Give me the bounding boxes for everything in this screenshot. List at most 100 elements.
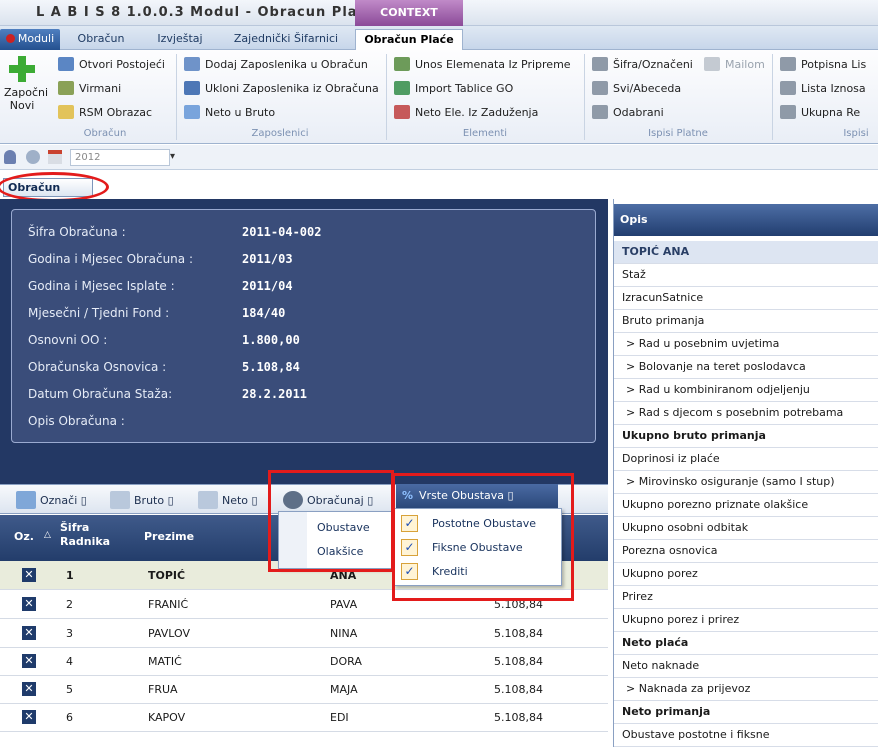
tab-moduli[interactable]: Moduli (0, 29, 60, 50)
row-prezime: MATIĆ (148, 655, 182, 668)
zapocni-novi-button[interactable]: Započni Novi (4, 56, 49, 112)
opis-row[interactable]: Prirez (614, 586, 878, 609)
rsm-obrazac-button[interactable]: RSM Obrazac (58, 104, 152, 122)
col-sifra-line1[interactable]: Šifra (60, 521, 89, 534)
virmani-button[interactable]: Virmani (58, 80, 121, 98)
ukloni-zaposlenika-button[interactable]: Ukloni Zaposlenika iz Obračuna (184, 80, 379, 98)
tab-obracun-place[interactable]: Obračun Plaće (355, 29, 463, 51)
import-tablice-button[interactable]: Import Tablice GO (394, 80, 513, 98)
row-checkbox[interactable]: ✕ (22, 597, 36, 611)
potpisna-lista-button[interactable]: Potpisna Lis (780, 56, 878, 74)
otvori-postojeci-button[interactable]: Otvori Postojeći (58, 56, 165, 74)
tab-izvjestaj[interactable]: Izvještaj (142, 29, 218, 50)
neto-ele-button[interactable]: Neto Ele. Iz Zaduženja (394, 104, 538, 122)
mailom-label: Mailom (725, 58, 765, 71)
info-value-sifra: 2011-04-002 (242, 225, 322, 239)
row-id: 5 (66, 683, 73, 696)
calendar-icon[interactable] (48, 150, 62, 164)
col-oz[interactable]: Oz. (14, 530, 34, 543)
mailom-button[interactable]: Mailom (704, 56, 765, 74)
info-label-osnovni-oo: Osnovni OO : (28, 333, 108, 347)
opis-row[interactable]: > Bolovanje na teret poslodavca (614, 356, 878, 379)
sifra-oznaceni-button[interactable]: Šifra/Označeni (592, 56, 693, 74)
row-checkbox[interactable]: ✕ (22, 710, 36, 724)
ukloni-zaposlenika-label: Ukloni Zaposlenika iz Obračuna (205, 82, 379, 95)
row-checkbox[interactable]: ✕ (22, 568, 36, 582)
odabrani-button[interactable]: Odabrani (592, 104, 664, 122)
table-row[interactable]: ✕ 3 PAVLOV NINA 5.108,84 (0, 619, 608, 648)
lista-iznosa-button[interactable]: Lista Iznosa (780, 80, 878, 98)
year-dropdown-icon[interactable]: ▾ (170, 151, 175, 162)
info-value-fond: 184/40 (242, 306, 286, 320)
opis-row[interactable]: Ukupno porez i prirez (614, 609, 878, 632)
info-value-godina-obracuna: 2011/03 (242, 252, 293, 266)
opis-row[interactable]: Bruto primanja (614, 310, 878, 333)
opis-row[interactable]: > Rad u posebnim uvjetima (614, 333, 878, 356)
table-row[interactable]: ✕ 4 MATIĆ DORA 5.108,84 (0, 647, 608, 676)
info-value-godina-isplate: 2011/04 (242, 279, 293, 293)
ribbon: Započni Novi Otvori Postojeći Virmani RS… (0, 50, 878, 144)
opis-row[interactable]: > Naknada za prijevoz (614, 678, 878, 701)
user-icon[interactable] (4, 150, 16, 164)
info-label-sifra: Šifra Obračuna : (28, 225, 126, 239)
opis-row-title[interactable]: TOPIĆ ANA (614, 241, 878, 264)
ukupna-rekapitulacija-button[interactable]: Ukupna Re (780, 104, 878, 122)
row-checkbox[interactable]: ✕ (22, 626, 36, 640)
window-title: L A B I S 8 1.0.0.3 Modul - Obracun Plać… (36, 5, 377, 20)
check-list-icon (16, 491, 36, 509)
year-select[interactable]: 2012 (70, 149, 170, 166)
moduli-icon (5, 34, 15, 43)
neto-button[interactable]: Neto ▯ (198, 491, 258, 509)
opis-row[interactable]: Staž (614, 264, 878, 287)
sifra-oznaceni-label: Šifra/Označeni (613, 58, 693, 71)
table-row[interactable]: ✕ 5 FRUA MAJA 5.108,84 (0, 675, 608, 704)
opis-row[interactable]: Doprinosi iz plaće (614, 448, 878, 471)
info-label-osnovica: Obračunska Osnovica : (28, 360, 167, 374)
opis-row[interactable]: Ukupno porezno priznate olakšice (614, 494, 878, 517)
rsm-obrazac-label: RSM Obrazac (79, 106, 153, 119)
col-sifra-line2[interactable]: Radnika (60, 535, 110, 548)
opis-row[interactable]: Ukupno porez (614, 563, 878, 586)
opis-row[interactable]: Neto primanja (614, 701, 878, 724)
dodaj-zaposlenika-label: Dodaj Zaposlenika u Obračun (205, 58, 368, 71)
highlight-box-obracunaj (268, 470, 394, 572)
neto-label: Neto (222, 494, 249, 507)
opis-row[interactable]: > Mirovinsko osiguranje (samo I stup) (614, 471, 878, 494)
row-checkbox[interactable]: ✕ (22, 682, 36, 696)
opis-row[interactable]: Neto naknade (614, 655, 878, 678)
row-iznos: 5.108,84 (494, 655, 543, 668)
zapocni-novi-line1: Započni (4, 86, 49, 99)
dodaj-zaposlenika-button[interactable]: Dodaj Zaposlenika u Obračun (184, 56, 368, 74)
row-ime: NINA (330, 627, 358, 640)
row-id: 3 (66, 627, 73, 640)
printer-icon (592, 105, 608, 119)
tab-zajednicki-sifarnici[interactable]: Zajednički Šifarnici (222, 29, 350, 50)
neto-u-bruto-button[interactable]: Neto u Bruto (184, 104, 275, 122)
group-label-zaposlenici: Zaposlenici (251, 128, 309, 139)
opis-row[interactable]: Obustave postotne i fiksne (614, 724, 878, 747)
gear-icon[interactable] (26, 150, 40, 164)
tab-obracun[interactable]: Obračun (66, 29, 136, 50)
ribbon-separator (176, 54, 177, 140)
opis-row[interactable]: > Rad s djecom s posebnim potrebama (614, 402, 878, 425)
table-row[interactable]: ✕ 6 KAPOV EDI 5.108,84 (0, 703, 608, 732)
opis-row[interactable]: Ukupno bruto primanja (614, 425, 878, 448)
svi-abeceda-button[interactable]: Svi/Abeceda (592, 80, 681, 98)
ukupna-rekapitulacija-label: Ukupna Re (801, 106, 861, 119)
col-prezime[interactable]: Prezime (144, 530, 194, 543)
mail-icon (704, 57, 720, 71)
open-icon (58, 57, 74, 71)
row-prezime: TOPIĆ (148, 569, 186, 582)
unos-elemenata-button[interactable]: Unos Elemenata Iz Pripreme (394, 56, 571, 74)
bruto-button[interactable]: Bruto ▯ (110, 491, 174, 509)
row-checkbox[interactable]: ✕ (22, 654, 36, 668)
opis-row[interactable]: Porezna osnovica (614, 540, 878, 563)
oznaci-button[interactable]: Označi ▯ (16, 491, 87, 509)
opis-row[interactable]: > Rad u kombiniranom odjeljenju (614, 379, 878, 402)
opis-row[interactable]: IzracunSatnice (614, 287, 878, 310)
printer-icon (592, 57, 608, 71)
zapocni-novi-line2: Novi (9, 99, 35, 112)
opis-row[interactable]: Ukupno osobni odbitak (614, 517, 878, 540)
row-id: 4 (66, 655, 73, 668)
opis-row[interactable]: Neto plaća (614, 632, 878, 655)
